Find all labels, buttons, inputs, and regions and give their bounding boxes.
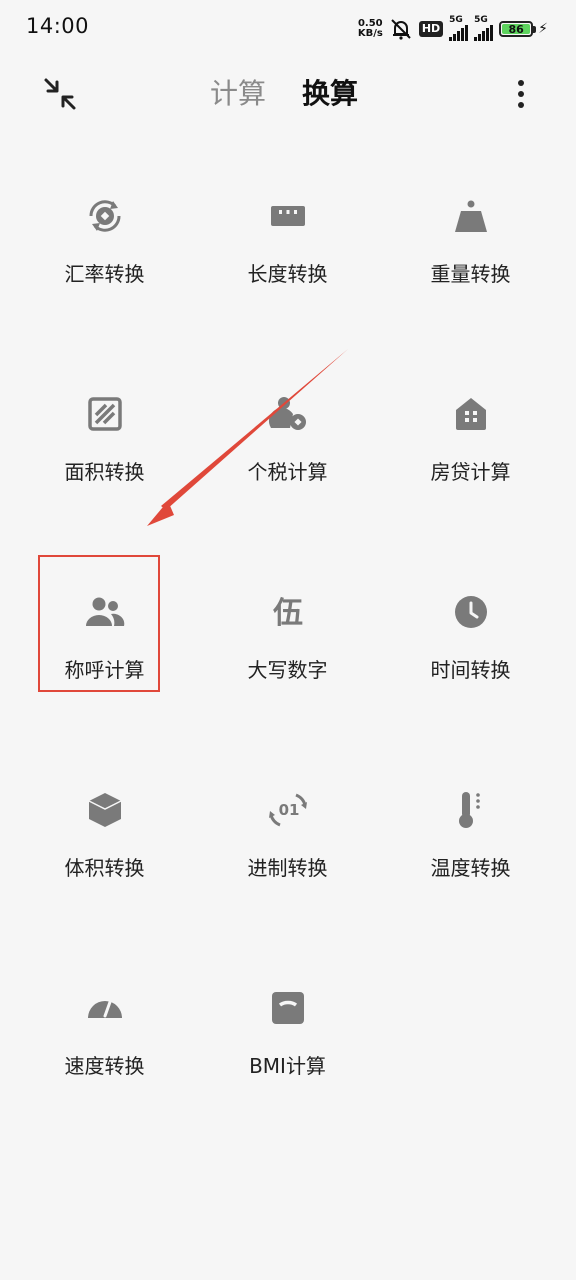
network-speed-unit: KB/s: [357, 28, 383, 39]
tool-length-conversion[interactable]: 长度转换: [196, 180, 379, 310]
mode-tabs: 计算 换算: [210, 72, 358, 112]
collapse-arrows-icon: [44, 78, 76, 110]
status-time: 14:00: [26, 14, 90, 38]
collapse-button[interactable]: [40, 74, 80, 114]
status-bar: 14:00 0.50 KB/s HD 5G 5G 86 ⚡: [0, 0, 576, 58]
tool-label: 体积转换: [64, 856, 145, 880]
sim1-network-label: 5G: [449, 15, 463, 25]
currency-exchange-icon: [88, 200, 121, 232]
sim2-network-label: 5G: [474, 15, 488, 25]
svg-text:01: 01: [278, 801, 299, 819]
charging-icon: ⚡: [538, 21, 548, 37]
more-vertical-icon: [518, 80, 524, 108]
toolbar: 计算 换算: [0, 62, 576, 124]
network-speed: 0.50 KB/s: [358, 19, 383, 39]
tool-capital-numerals[interactable]: 伍 大写数字: [196, 576, 379, 706]
battery-level: 86: [502, 23, 531, 36]
signal-strength-icon-2: 5G: [474, 15, 494, 41]
mute-bell-icon: [391, 19, 411, 40]
tool-mortgage[interactable]: 房贷计算: [379, 378, 562, 508]
clock-icon: [454, 596, 487, 628]
signal-strength-icon-1: 5G: [449, 15, 469, 41]
chinese-numeral-icon: 伍: [273, 596, 303, 631]
tab-calculate[interactable]: 计算: [210, 72, 266, 112]
tool-label: 长度转换: [247, 262, 328, 286]
weight-icon: [454, 200, 487, 232]
hd-badge: HD: [418, 21, 444, 37]
more-options-button[interactable]: [506, 74, 536, 114]
highlight-box: [38, 555, 160, 692]
status-icons: 0.50 KB/s HD 5G 5G 86 ⚡: [358, 15, 548, 42]
tool-volume-conversion[interactable]: 体积转换: [13, 774, 196, 904]
tool-label: 速度转换: [64, 1054, 145, 1078]
battery-icon: 86 ⚡: [499, 21, 548, 37]
tool-speed-conversion[interactable]: 速度转换: [13, 972, 196, 1102]
tab-convert[interactable]: 换算: [302, 72, 358, 112]
tool-label: 进制转换: [247, 856, 328, 880]
tool-label: 个税计算: [247, 460, 328, 484]
tool-label: BMI计算: [249, 1054, 326, 1078]
tool-bmi[interactable]: BMI计算: [196, 972, 379, 1102]
tool-label: 重量转换: [430, 262, 511, 286]
tool-label: 大写数字: [247, 658, 328, 682]
cube-icon: [88, 793, 121, 827]
thermometer-icon: [458, 792, 480, 828]
tool-income-tax[interactable]: 个税计算: [196, 378, 379, 508]
area-icon: [87, 397, 122, 431]
tool-label: 房贷计算: [430, 460, 511, 484]
speedometer-icon: [87, 1000, 122, 1018]
binary-cycle-icon: 01: [268, 793, 307, 827]
house-icon: [455, 398, 486, 430]
tool-label: 汇率转换: [64, 262, 145, 286]
svg-text:伍: 伍: [273, 596, 303, 631]
tool-time-conversion[interactable]: 时间转换: [379, 576, 562, 706]
tool-area-conversion[interactable]: 面积转换: [13, 378, 196, 508]
tool-label: 温度转换: [430, 856, 511, 880]
tool-weight-conversion[interactable]: 重量转换: [379, 180, 562, 310]
tool-label: 时间转换: [430, 658, 511, 682]
ruler-icon: [270, 206, 305, 226]
tool-temperature-conversion[interactable]: 温度转换: [379, 774, 562, 904]
scale-icon: [271, 992, 304, 1024]
tool-currency-exchange[interactable]: 汇率转换: [13, 180, 196, 310]
tax-person-icon: [268, 397, 306, 430]
tool-base-conversion[interactable]: 01 进制转换: [196, 774, 379, 904]
tool-label: 面积转换: [64, 460, 145, 484]
